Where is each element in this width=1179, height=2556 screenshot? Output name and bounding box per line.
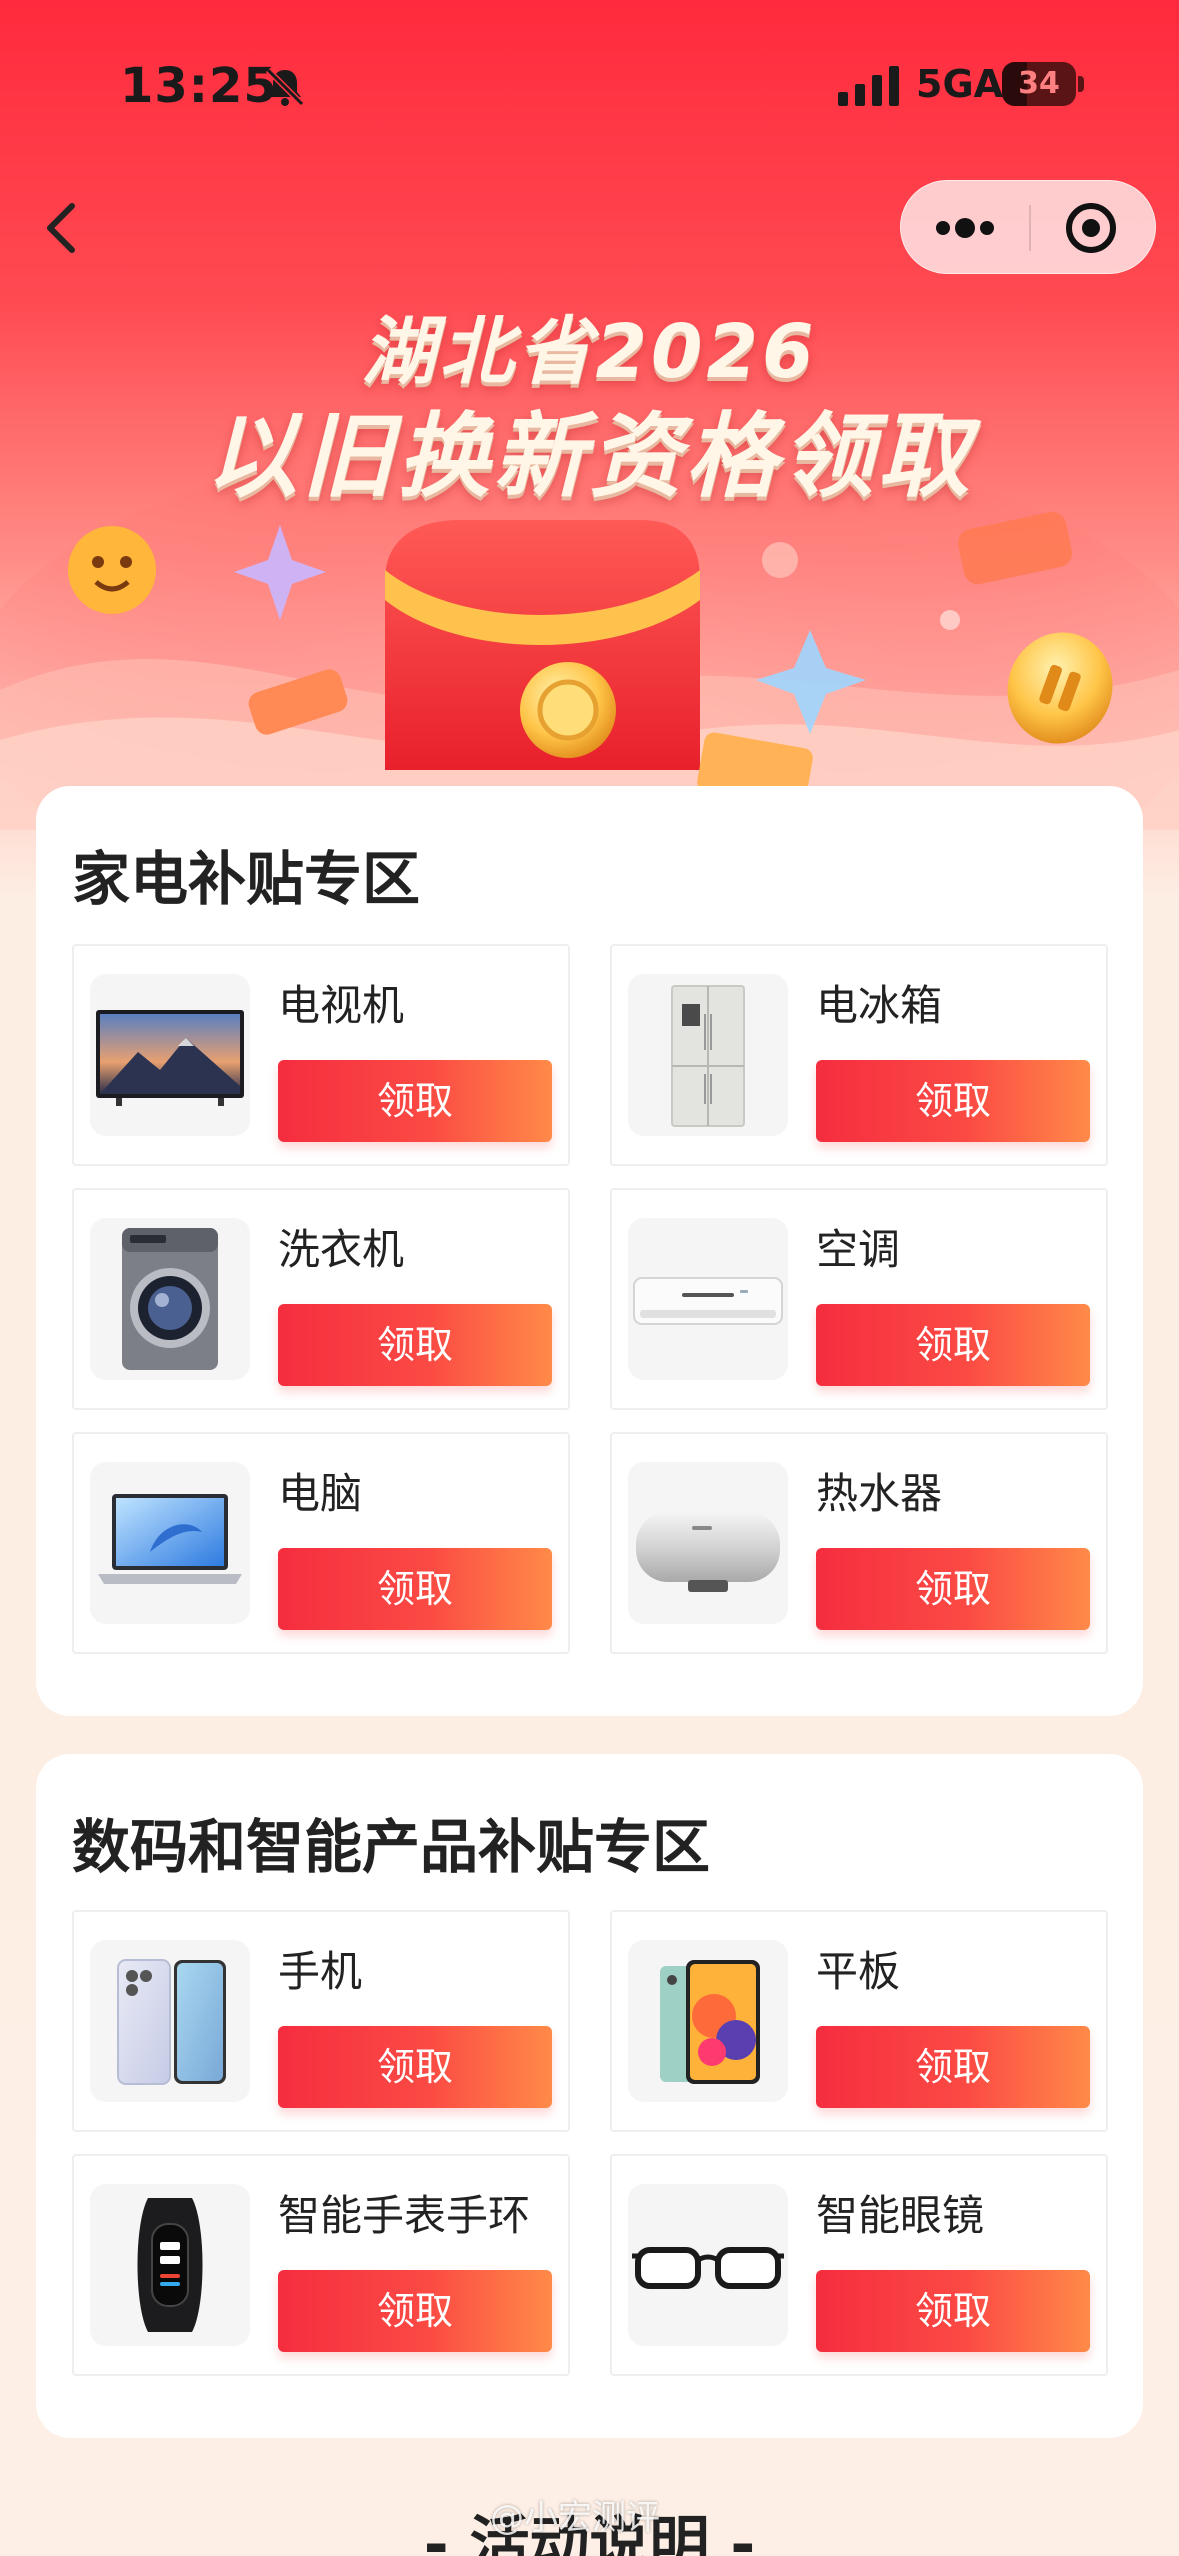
product-name: 电冰箱 [816,981,943,1030]
more-button[interactable] [901,181,1029,275]
section-title: 家电补贴专区 [72,845,421,913]
fridge-icon [671,985,745,1127]
claim-button-fridge[interactable]: 领取 [816,1060,1090,1142]
product-name: 智能手表手环 [278,2191,531,2240]
product-item-phone: 手机 领取 [72,1910,570,2132]
smart-band-icon [137,2198,203,2332]
product-image [628,1218,788,1380]
cellular-signal-icon [838,66,899,106]
appliance-subsidy-section: 家电补贴专区 电视机 领取 电冰箱 领取 洗衣机 领取 空调 领取 电脑 领取 … [36,786,1143,1716]
product-name: 智能眼镜 [816,2191,985,2240]
product-name: 平板 [816,1947,901,1996]
product-name: 手机 [278,1947,363,1996]
section-title: 数码和智能产品补贴专区 [72,1813,711,1881]
bell-slash-icon [265,67,305,107]
product-item-tv: 电视机 领取 [72,944,570,1166]
laptop-icon [98,1494,242,1584]
product-item-tablet: 平板 领取 [610,1910,1108,2132]
status-bar: 13:25 5GA 34 [0,0,1179,170]
chevron-left-icon [47,203,75,253]
product-name: 电脑 [278,1469,363,1518]
product-name: 电视机 [278,981,405,1030]
claim-button-smart-glasses[interactable]: 领取 [816,2270,1090,2352]
mini-program-capsule [900,180,1156,274]
product-name: 空调 [816,1225,901,1274]
target-circle-icon [1066,203,1116,253]
water-heater-icon [636,1512,780,1592]
battery-level: 34 [1018,66,1060,101]
phone-icon [117,1959,226,2085]
status-time: 13:25 [120,58,278,114]
product-item-smart-band: 智能手表手环 领取 [72,2154,570,2376]
product-item-smart-glasses: 智能眼镜 领取 [610,2154,1108,2376]
banner-title-line2: 以旧换新资格领取 [205,403,974,510]
back-button[interactable] [36,196,92,260]
product-item-laptop: 电脑 领取 [72,1432,570,1654]
claim-button-laptop[interactable]: 领取 [278,1548,552,1630]
product-image [90,1462,250,1624]
product-item-fridge: 电冰箱 领取 [610,944,1108,1166]
claim-button-smart-band[interactable]: 领取 [278,2270,552,2352]
battery-icon: 34 [1002,62,1084,106]
product-name: 洗衣机 [278,1225,405,1274]
banner: 湖北省2026 以旧换新资格领取 [0,270,1179,830]
product-item-washing-machine: 洗衣机 领取 [72,1188,570,1410]
product-item-air-conditioner: 空调 领取 [610,1188,1108,1410]
close-mini-program-button[interactable] [1031,181,1157,275]
washing-machine-icon [122,1228,218,1370]
product-image [628,2184,788,2346]
product-image [90,1940,250,2102]
claim-button-air-conditioner[interactable]: 领取 [816,1304,1090,1386]
product-image [90,2184,250,2346]
product-image [90,974,250,1136]
smart-glasses-icon [632,2247,784,2289]
claim-button-washing-machine[interactable]: 领取 [278,1304,552,1386]
claim-button-phone[interactable]: 领取 [278,2026,552,2108]
product-item-water-heater: 热水器 领取 [610,1432,1108,1654]
product-image [90,1218,250,1380]
claim-button-tv[interactable]: 领取 [278,1060,552,1142]
network-label: 5GA [916,62,1004,106]
product-image [628,1462,788,1624]
tv-icon [96,1010,244,1106]
digital-subsidy-section: 数码和智能产品补贴专区 手机 领取 平板 领取 智能手表手环 领取 智能眼镜 领… [36,1754,1143,2438]
claim-button-water-heater[interactable]: 领取 [816,1548,1090,1630]
air-conditioner-icon [633,1277,783,1325]
more-dots-icon [936,218,994,238]
tablet-icon [660,1960,760,2084]
product-name: 热水器 [816,1469,943,1518]
page: 13:25 5GA 34 湖北省2026 以旧换新资格领取 家电补贴专区 电视机… [0,0,1179,2556]
claim-button-tablet[interactable]: 领取 [816,2026,1090,2108]
product-image [628,974,788,1136]
product-image [628,1940,788,2102]
watermark: @小宏测评 [490,2498,660,2538]
